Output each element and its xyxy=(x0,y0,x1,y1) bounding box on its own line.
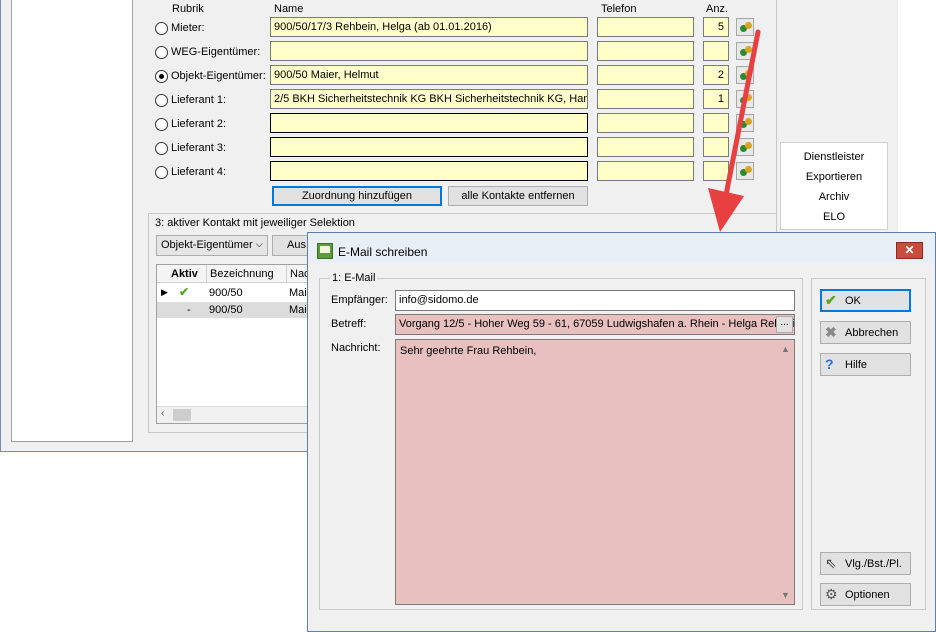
phone-field-lieferant-4[interactable] xyxy=(597,161,694,181)
chevron-left-icon[interactable]: ‹ xyxy=(161,408,164,419)
recipient-field[interactable]: info@sidomo.de xyxy=(395,290,795,311)
menu-elo[interactable]: ELO xyxy=(781,211,887,223)
chevron-up-icon[interactable]: ▲ xyxy=(781,344,790,354)
row-pointer-icon: ▶ xyxy=(161,287,168,297)
horizontal-scrollbar[interactable]: ‹ xyxy=(157,406,316,423)
radio-objekt-eigentuemer[interactable] xyxy=(155,70,168,83)
vlg-bst-pl-button-label: Vlg./Bst./Pl. xyxy=(845,558,902,570)
name-field-lieferant-3[interactable] xyxy=(270,137,588,157)
check-icon: ✔ xyxy=(825,292,837,308)
scroll-thumb[interactable] xyxy=(173,409,191,421)
grid-header-bezeichnung[interactable]: Bezeichnung xyxy=(207,265,287,283)
contact-grid: Aktiv Bezeichnung Nac ▶ ✔ 900/50 Mai - 9… xyxy=(156,264,316,424)
cell-bezeichnung: 900/50 xyxy=(209,304,243,316)
label-objekt-eigentuemer: Objekt-Eigentümer: xyxy=(171,70,266,82)
header-telefon: Telefon xyxy=(601,3,637,15)
header-name: Name xyxy=(274,3,304,15)
name-field-lieferant-1[interactable]: 2/5 BKH Sicherheitstechnik KG BKH Sicher… xyxy=(270,89,588,109)
cursor-icon: ⇖ xyxy=(825,555,837,571)
cancel-button-label: Abbrechen xyxy=(845,327,899,339)
name-field-lieferant-4[interactable] xyxy=(270,161,588,181)
message-textarea[interactable]: Sehr geehrte Frau Rehbein, xyxy=(395,339,795,605)
radio-mieter[interactable] xyxy=(155,22,168,35)
subject-label: Betreff: xyxy=(331,318,367,330)
gear-icon: ⚙ xyxy=(825,586,838,602)
help-icon: ? xyxy=(825,356,834,372)
check-icon: ✔ xyxy=(179,285,190,299)
dialog-title: E-Mail schreiben xyxy=(338,245,428,259)
phone-field-lieferant-3[interactable] xyxy=(597,137,694,157)
ok-button[interactable]: ✔ OK xyxy=(820,289,911,312)
phone-field-weg-eigentuemer[interactable] xyxy=(597,41,694,61)
name-field-weg-eigentuemer[interactable] xyxy=(270,41,588,61)
red-arrow-annotation xyxy=(708,29,761,232)
phone-field-mieter[interactable] xyxy=(597,17,694,37)
vlg-bst-pl-button[interactable]: ⇖ Vlg./Bst./Pl. xyxy=(820,552,911,575)
chevron-down-icon[interactable]: ▼ xyxy=(781,590,790,600)
cell-name: Mai xyxy=(289,287,307,299)
header-anz: Anz. xyxy=(706,3,729,15)
label-lieferant-2: Lieferant 2: xyxy=(171,118,227,130)
label-weg-eigentuemer: WEG-Eigentümer: xyxy=(171,46,261,58)
label-lieferant-3: Lieferant 3: xyxy=(171,142,227,154)
menu-archiv[interactable]: Archiv xyxy=(781,191,887,203)
help-button[interactable]: ? Hilfe xyxy=(820,353,911,376)
recipient-label: Empfänger: xyxy=(331,294,388,306)
message-label: Nachricht: xyxy=(331,342,381,354)
arrow-shaft xyxy=(723,29,761,198)
menu-dienstleister[interactable]: Dienstleister xyxy=(781,151,887,163)
ok-button-label: OK xyxy=(845,295,861,307)
radio-lieferant-3[interactable] xyxy=(155,142,168,155)
radio-lieferant-2[interactable] xyxy=(155,118,168,131)
options-button-label: Optionen xyxy=(845,589,890,601)
phone-field-lieferant-1[interactable] xyxy=(597,89,694,109)
name-field-lieferant-2[interactable] xyxy=(270,113,588,133)
cell-aktiv: - xyxy=(187,304,191,316)
help-button-label: Hilfe xyxy=(845,359,868,371)
header-rubrik: Rubrik xyxy=(172,3,204,15)
right-menu: Dienstleister Exportieren Archiv ELO xyxy=(780,142,888,230)
section-active-contact-label: 3: aktiver Kontakt mit jeweiliger Selekt… xyxy=(155,217,355,229)
email-group-label: 1: E-Mail xyxy=(330,272,378,284)
menu-exportieren[interactable]: Exportieren xyxy=(781,171,887,183)
remove-all-contacts-button[interactable]: alle Kontakte entfernen xyxy=(448,186,588,206)
label-mieter: Mieter: xyxy=(171,22,205,34)
radio-lieferant-1[interactable] xyxy=(155,94,168,107)
table-row[interactable]: ▶ ✔ 900/50 Mai xyxy=(157,285,315,301)
label-lieferant-1: Lieferant 1: xyxy=(171,94,227,106)
subject-browse-button[interactable]: ... xyxy=(776,316,793,333)
vertical-scrollbar[interactable]: ▲ ▼ xyxy=(777,340,794,604)
arrow-head xyxy=(708,188,744,232)
cell-bezeichnung: 900/50 xyxy=(209,287,243,299)
left-pane xyxy=(11,0,133,442)
name-field-objekt-eigentuemer[interactable]: 900/50 Maier, Helmut xyxy=(270,65,588,85)
name-field-mieter[interactable]: 900/50/17/3 Rehbein, Helga (ab 01.01.201… xyxy=(270,17,588,37)
add-assignment-button[interactable]: Zuordnung hinzufügen xyxy=(272,186,442,206)
cancel-button[interactable]: ✖ Abbrechen xyxy=(820,321,911,344)
table-row[interactable]: - 900/50 Mai xyxy=(157,302,315,318)
cancel-x-icon: ✖ xyxy=(825,324,837,340)
options-button[interactable]: ⚙ Optionen xyxy=(820,583,911,606)
label-lieferant-4: Lieferant 4: xyxy=(171,166,227,178)
email-dialog: E-Mail schreiben ✕ 1: E-Mail Empfänger: … xyxy=(307,232,936,632)
subject-field[interactable]: Vorgang 12/5 - Hoher Weg 59 - 61, 67059 … xyxy=(395,314,795,335)
email-app-icon xyxy=(317,243,333,259)
phone-field-lieferant-2[interactable] xyxy=(597,113,694,133)
radio-weg-eigentuemer[interactable] xyxy=(155,46,168,59)
radio-lieferant-4[interactable] xyxy=(155,166,168,179)
phone-field-objekt-eigentuemer[interactable] xyxy=(597,65,694,85)
close-button[interactable]: ✕ xyxy=(896,242,923,259)
cell-name: Mai xyxy=(289,304,307,316)
selection-combobox[interactable]: Objekt-Eigentümer ⌵ xyxy=(156,235,268,256)
selection-combobox-value: Objekt-Eigentümer xyxy=(161,239,253,251)
chevron-down-icon: ⌵ xyxy=(255,239,263,250)
grid-header-aktiv[interactable]: Aktiv xyxy=(157,265,207,283)
